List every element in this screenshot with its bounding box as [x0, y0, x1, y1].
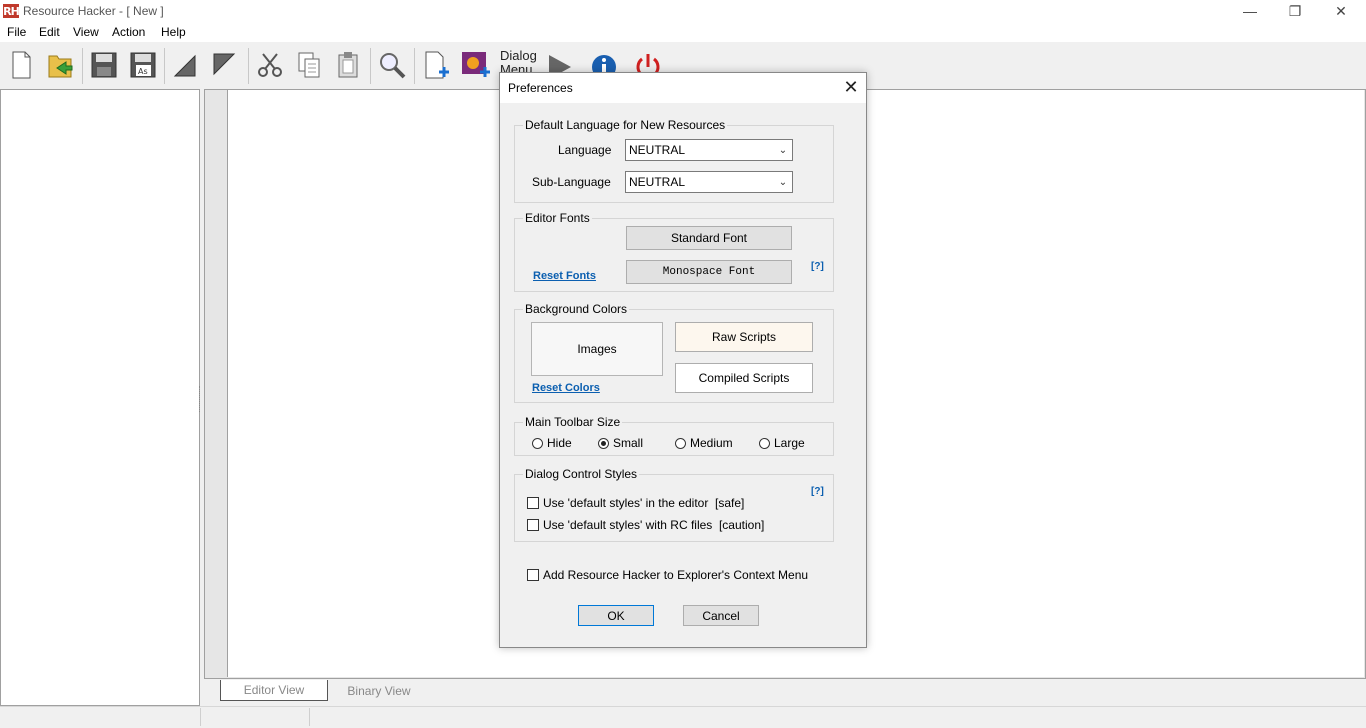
- add-image-resource-button[interactable]: [459, 47, 493, 83]
- chevron-down-icon: ⌄: [778, 144, 788, 156]
- language-value: NEUTRAL: [629, 143, 686, 157]
- default-styles-rc-option[interactable]: Use 'default styles' with RC files [caut…: [527, 518, 764, 532]
- cancel-button[interactable]: Cancel: [683, 605, 759, 626]
- default-styles-rc-checkbox[interactable]: [527, 519, 539, 531]
- minimize-button[interactable]: —: [1227, 0, 1273, 22]
- raw-scripts-color-button[interactable]: Raw Scripts: [675, 322, 813, 352]
- status-separator: [200, 708, 201, 726]
- menu-action[interactable]: Action: [112, 25, 145, 39]
- add-blank-resource-icon: [425, 51, 449, 79]
- toolbar-separator: [414, 48, 415, 84]
- menu-file[interactable]: File: [7, 25, 26, 39]
- toolbar-size-small-option[interactable]: Small: [598, 436, 643, 450]
- reset-colors-link[interactable]: Reset Colors: [532, 382, 600, 394]
- language-label: Language: [558, 143, 612, 157]
- toolbar-size-large-option[interactable]: Large: [759, 436, 805, 450]
- compile-button[interactable]: [168, 47, 202, 83]
- save-button[interactable]: [86, 47, 120, 83]
- dialog-title: Preferences: [508, 81, 573, 95]
- context-menu-checkbox[interactable]: [527, 569, 539, 581]
- radio-small-label: Small: [613, 436, 644, 450]
- svg-text:As: As: [138, 67, 148, 76]
- reset-fonts-link[interactable]: Reset Fonts: [533, 270, 596, 282]
- radio-large[interactable]: [759, 437, 770, 449]
- monospace-font-button[interactable]: Monospace Font: [626, 260, 792, 284]
- default-styles-editor-option[interactable]: Use 'default styles' in the editor [safe…: [527, 496, 744, 510]
- menu-help[interactable]: Help: [161, 25, 186, 39]
- context-menu-label: Add Resource Hacker to Explorer's Contex…: [543, 568, 809, 582]
- radio-hide-label: Hide: [547, 436, 572, 450]
- title-bar: [0, 0, 1366, 22]
- dialog-control-styles-group-title: Dialog Control Styles: [523, 467, 640, 481]
- default-styles-editor-checkbox[interactable]: [527, 497, 539, 509]
- dialog-menu-label: Dialog: [500, 48, 537, 63]
- toolbar-separator: [82, 48, 83, 84]
- radio-hide[interactable]: [532, 437, 543, 449]
- ok-button[interactable]: OK: [578, 605, 654, 626]
- fonts-help-link[interactable]: [?]: [811, 261, 824, 272]
- open-file-button[interactable]: [43, 47, 77, 83]
- images-color-button[interactable]: Images: [531, 322, 663, 376]
- status-bar: [0, 706, 1366, 728]
- standard-font-button[interactable]: Standard Font: [626, 226, 792, 250]
- save-as-icon: As: [130, 52, 156, 78]
- paste-icon: [338, 52, 358, 78]
- default-styles-editor-label: Use 'default styles' in the editor [safe…: [543, 496, 745, 510]
- radio-medium[interactable]: [675, 437, 686, 449]
- paste-button[interactable]: [331, 47, 365, 83]
- tab-editor-view[interactable]: Editor View: [220, 680, 328, 701]
- radio-medium-label: Medium: [690, 436, 733, 450]
- default-styles-rc-label: Use 'default styles' with RC files [caut…: [543, 518, 765, 532]
- compile-arrow-icon: [173, 54, 196, 77]
- styles-help-link[interactable]: [?]: [811, 486, 824, 497]
- close-window-button[interactable]: ✕: [1318, 0, 1364, 22]
- toolbar-separator: [164, 48, 165, 84]
- magnifier-icon: [380, 53, 406, 79]
- language-group-title: Default Language for New Resources: [523, 118, 728, 132]
- copy-button[interactable]: [292, 47, 326, 83]
- menu-edit[interactable]: Edit: [39, 25, 60, 39]
- menu-bar: [0, 22, 1366, 42]
- window-title: Resource Hacker - [ New ]: [23, 4, 164, 18]
- toolbar-separator: [370, 48, 371, 84]
- toolbar-separator: [248, 48, 249, 84]
- sublanguage-label: Sub-Language: [532, 175, 611, 189]
- toolbar-size-hide-option[interactable]: Hide: [532, 436, 572, 450]
- cut-button[interactable]: [253, 47, 287, 83]
- status-separator: [309, 708, 310, 726]
- new-file-button[interactable]: [4, 47, 38, 83]
- sublanguage-value: NEUTRAL: [629, 175, 686, 189]
- radio-large-label: Large: [774, 436, 805, 450]
- toolbar-size-medium-option[interactable]: Medium: [675, 436, 733, 450]
- compiled-scripts-color-button[interactable]: Compiled Scripts: [675, 363, 813, 393]
- sublanguage-select[interactable]: NEUTRAL ⌄: [625, 171, 793, 193]
- editor-fonts-group-title: Editor Fonts: [523, 211, 592, 225]
- chevron-down-icon: ⌄: [778, 176, 788, 188]
- dialog-close-button[interactable]: ✕: [840, 76, 862, 98]
- radio-small[interactable]: [598, 437, 609, 449]
- scissors-icon: [258, 53, 282, 77]
- new-file-icon: [12, 51, 31, 79]
- extract-arrow-icon: [213, 53, 236, 76]
- open-folder-icon: [48, 55, 73, 78]
- restore-button[interactable]: ❐: [1272, 0, 1318, 22]
- menu-view[interactable]: View: [73, 25, 99, 39]
- context-menu-option[interactable]: Add Resource Hacker to Explorer's Contex…: [527, 568, 808, 582]
- find-button[interactable]: [375, 47, 409, 83]
- panel-splitter[interactable]: [199, 386, 203, 412]
- save-icon: [91, 52, 117, 78]
- app-logo-icon: RH: [3, 4, 20, 18]
- add-resource-button[interactable]: [419, 47, 453, 83]
- resource-tree-panel[interactable]: [0, 89, 200, 706]
- tab-binary-view[interactable]: Binary View: [330, 680, 428, 701]
- add-image-icon: [462, 52, 490, 77]
- toolbar-size-group-title: Main Toolbar Size: [523, 415, 623, 429]
- save-as-button[interactable]: As: [125, 47, 159, 83]
- language-select[interactable]: NEUTRAL ⌄: [625, 139, 793, 161]
- copy-icon: [298, 52, 320, 78]
- background-colors-group-title: Background Colors: [523, 302, 630, 316]
- extract-button[interactable]: [207, 47, 241, 83]
